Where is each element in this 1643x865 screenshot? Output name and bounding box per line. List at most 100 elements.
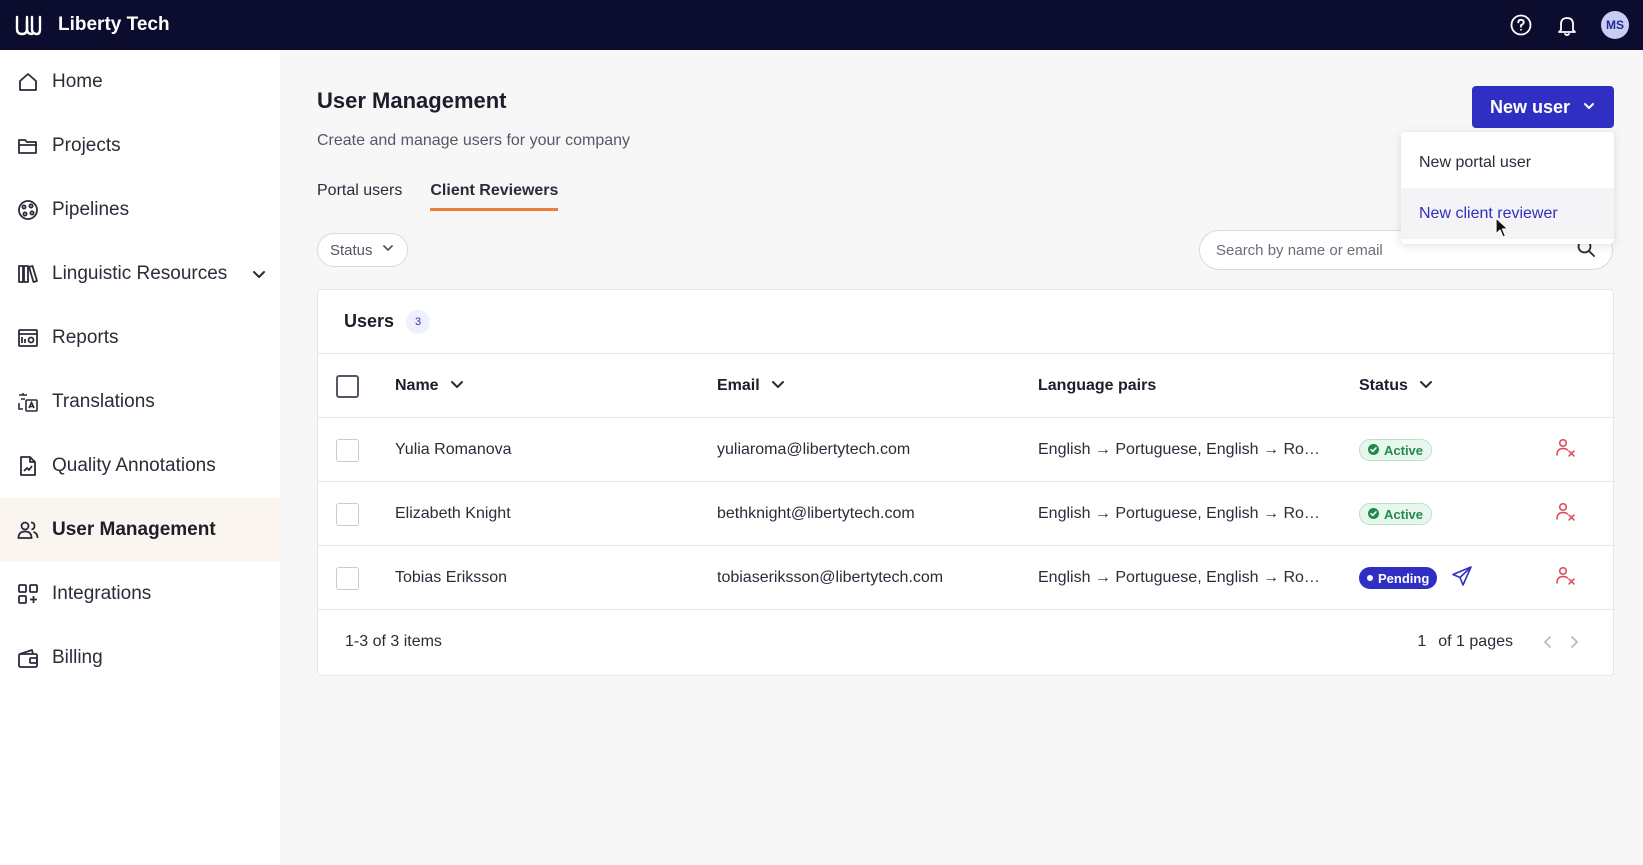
main-content: User Management Create and manage users … (280, 50, 1643, 865)
user-name: Tobias Eriksson (395, 569, 508, 586)
sidebar-item-projects[interactable]: Projects (0, 114, 280, 178)
sidebar-item-home[interactable]: Home (0, 50, 280, 114)
table-row[interactable]: Tobias Eriksson tobiaseriksson@libertyte… (318, 546, 1613, 610)
home-icon (16, 70, 40, 94)
column-header-label: Email (717, 377, 760, 394)
sidebar-item-reports[interactable]: Reports (0, 306, 280, 370)
tab-client-reviewers[interactable]: Client Reviewers (430, 182, 559, 211)
column-header-email[interactable]: Email (717, 354, 786, 418)
books-icon (16, 262, 40, 286)
chevron-down-icon (449, 376, 465, 397)
sidebar-item-label: Home (52, 71, 103, 92)
chevron-down-icon[interactable] (251, 266, 267, 282)
sidebar-item-label: Billing (52, 647, 103, 668)
send-invite-icon[interactable] (1451, 565, 1473, 592)
column-header-status[interactable]: Status (1359, 354, 1434, 418)
column-header-language-pairs: Language pairs (1038, 354, 1328, 418)
current-page: 1 (1417, 633, 1427, 650)
avatar[interactable]: MS (1601, 11, 1629, 39)
status-badge: Active (1359, 503, 1433, 525)
tab-portal-users[interactable]: Portal users (317, 182, 402, 211)
status-badge: Pending (1359, 567, 1438, 589)
sidebar-item-pipelines[interactable]: Pipelines (0, 178, 280, 242)
sidebar-item-billing[interactable]: Billing (0, 626, 280, 690)
check-circle-icon (1368, 507, 1379, 522)
sidebar-item-linguistic-resources[interactable]: Linguistic Resources (0, 242, 280, 306)
table-header-bar: Users 3 (318, 290, 1613, 354)
user-name: Elizabeth Knight (395, 505, 511, 522)
brand-logo-icon (14, 13, 42, 37)
row-checkbox[interactable] (336, 566, 359, 590)
sidebar-item-label: Reports (52, 327, 119, 348)
row-checkbox[interactable] (336, 438, 359, 462)
remove-user-icon[interactable] (1555, 501, 1577, 528)
chevron-left-icon[interactable] (1539, 634, 1557, 650)
user-email: bethknight@libertytech.com (717, 505, 915, 522)
table-row[interactable]: Yulia Romanova yuliaroma@libertytech.com… (318, 418, 1613, 482)
status-badge: Active (1359, 439, 1433, 461)
pipelines-icon (16, 198, 40, 222)
sidebar-item-label: Quality Annotations (52, 455, 216, 476)
sidebar-item-label: Integrations (52, 583, 152, 604)
status-text: Pending (1378, 570, 1430, 586)
brand[interactable]: Liberty Tech (14, 13, 170, 37)
remove-user-icon[interactable] (1555, 437, 1577, 464)
search-input[interactable] (1216, 241, 1576, 259)
wallet-icon (16, 646, 40, 670)
column-header-label: Name (395, 377, 439, 394)
total-pages: of 1 pages (1438, 633, 1513, 650)
page-subtitle: Create and manage users for your company (317, 132, 631, 149)
annotation-icon (16, 454, 40, 478)
user-email: yuliaroma@libertytech.com (717, 441, 911, 458)
bell-icon[interactable] (1555, 13, 1579, 37)
status-filter-label: Status (330, 241, 373, 259)
status-filter[interactable]: Status (317, 233, 408, 267)
grid-plus-icon (16, 582, 40, 606)
column-header-label: Language pairs (1038, 377, 1157, 394)
users-icon (16, 518, 40, 542)
table-title: Users (344, 311, 395, 331)
language-pairs: English → Portuguese, English → Romanian (1038, 569, 1328, 586)
user-email: tobiaseriksson@libertytech.com (717, 569, 944, 586)
table-row[interactable]: Elizabeth Knight bethknight@libertytech.… (318, 482, 1613, 546)
items-range: 1-3 of 3 items (345, 633, 442, 650)
status-text: Active (1384, 506, 1424, 522)
check-circle-icon (1368, 443, 1379, 458)
sidebar-item-label: Pipelines (52, 199, 130, 220)
table-footer: 1-3 of 3 items 1 of 1 pages (318, 610, 1613, 674)
new-user-button[interactable]: New user (1472, 86, 1614, 128)
language-pairs: English → Portuguese, English → Romanian (1038, 505, 1328, 522)
sidebar-item-integrations[interactable]: Integrations (0, 562, 280, 626)
chevron-down-icon (1418, 376, 1434, 397)
sidebar-item-quality-annotations[interactable]: Quality Annotations (0, 434, 280, 498)
folder-icon (16, 134, 40, 158)
pagination: 1 of 1 pages (1417, 633, 1583, 651)
select-all-checkbox[interactable] (336, 374, 359, 398)
remove-user-icon[interactable] (1555, 565, 1577, 592)
column-header-name[interactable]: Name (395, 354, 465, 418)
column-header-label: Status (1359, 377, 1408, 394)
sidebar-item-user-management[interactable]: User Management (0, 498, 280, 562)
report-icon (16, 326, 40, 350)
row-checkbox[interactable] (336, 502, 359, 526)
sidebar-item-label: Projects (52, 135, 121, 156)
chevron-down-icon (1582, 97, 1596, 118)
chevron-right-icon[interactable] (1565, 634, 1583, 650)
chevron-down-icon (770, 376, 786, 397)
sidebar-item-translations[interactable]: Translations (0, 370, 280, 434)
sidebar-item-label: Translations (52, 391, 155, 412)
chevron-down-icon (381, 241, 395, 259)
users-table: Users 3 Name Email Language pairs Status (317, 289, 1614, 676)
top-right-actions: MS (1509, 0, 1629, 50)
help-icon[interactable] (1509, 13, 1533, 37)
tabs: Portal users Client Reviewers (317, 182, 559, 211)
language-pairs: English → Portuguese, English → Romanian (1038, 441, 1328, 458)
sidebar-item-label: User Management (52, 519, 216, 540)
page-title: User Management (317, 88, 507, 113)
mouse-cursor-icon (1495, 217, 1511, 244)
count-badge: 3 (406, 309, 431, 334)
new-user-label: New user (1489, 96, 1571, 117)
status-text: Active (1384, 442, 1424, 458)
translate-icon (16, 390, 40, 414)
menu-item-new-portal-user[interactable]: New portal user (1401, 137, 1614, 188)
